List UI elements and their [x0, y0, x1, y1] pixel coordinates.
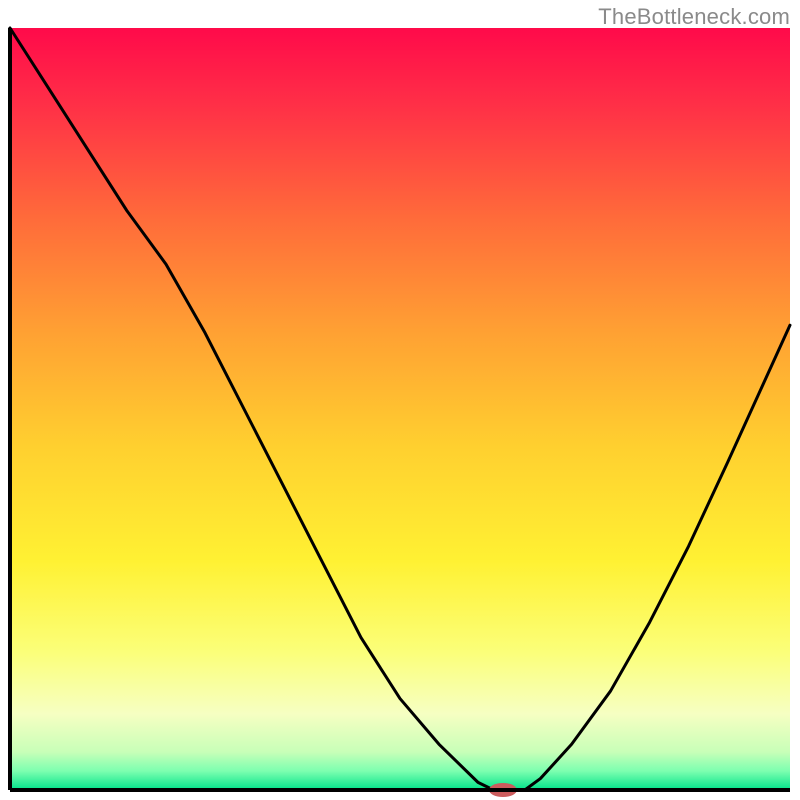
bottleneck-chart: [0, 0, 800, 800]
watermark: TheBottleneck.com: [598, 4, 790, 30]
chart-container: TheBottleneck.com: [0, 0, 800, 800]
gradient-background: [10, 28, 790, 790]
